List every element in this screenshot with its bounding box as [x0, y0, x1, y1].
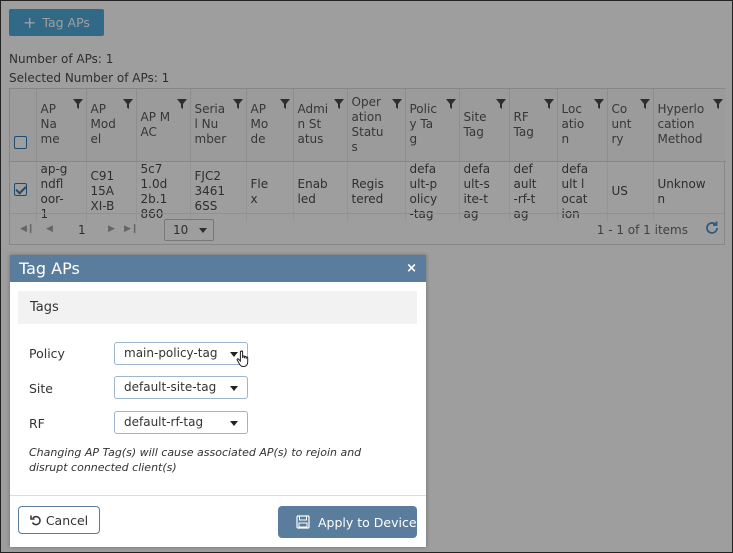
hand-cursor-icon: [236, 350, 249, 367]
site-tag-select[interactable]: default-site-tag: [114, 376, 248, 399]
caret-down-icon: [230, 386, 238, 391]
dialog-footer: Cancel Apply to Device: [10, 495, 426, 547]
apply-to-device-button[interactable]: Apply to Device: [278, 506, 417, 538]
cancel-label: Cancel: [45, 512, 89, 528]
undo-icon: [30, 515, 41, 526]
apply-label: Apply to Device: [318, 514, 417, 530]
cancel-button[interactable]: Cancel: [18, 506, 100, 534]
window-frame: + Tag APs Number of APs: 1 Selected Numb…: [0, 0, 733, 553]
caret-down-icon: [230, 421, 238, 426]
rf-label: RF: [29, 416, 45, 431]
policy-tag-select[interactable]: main-policy-tag: [114, 342, 248, 365]
dialog-title: Tag APs: [19, 259, 80, 278]
dialog-header: Tag APs ×: [10, 255, 426, 282]
policy-label: Policy: [29, 346, 65, 361]
tags-section-header: Tags: [18, 291, 417, 324]
site-tag-value: default-site-tag: [124, 380, 217, 394]
save-icon: [296, 515, 310, 529]
rf-tag-select[interactable]: default-rf-tag: [114, 411, 248, 434]
rf-tag-value: default-rf-tag: [124, 415, 204, 429]
tag-change-warning: Changing AP Tag(s) will cause associated…: [29, 446, 362, 474]
tag-aps-dialog: Tag APs × Tags Policy main-policy-tag Si…: [10, 255, 426, 547]
close-icon[interactable]: ×: [406, 255, 417, 282]
site-label: Site: [29, 381, 53, 396]
policy-tag-value: main-policy-tag: [124, 346, 218, 360]
